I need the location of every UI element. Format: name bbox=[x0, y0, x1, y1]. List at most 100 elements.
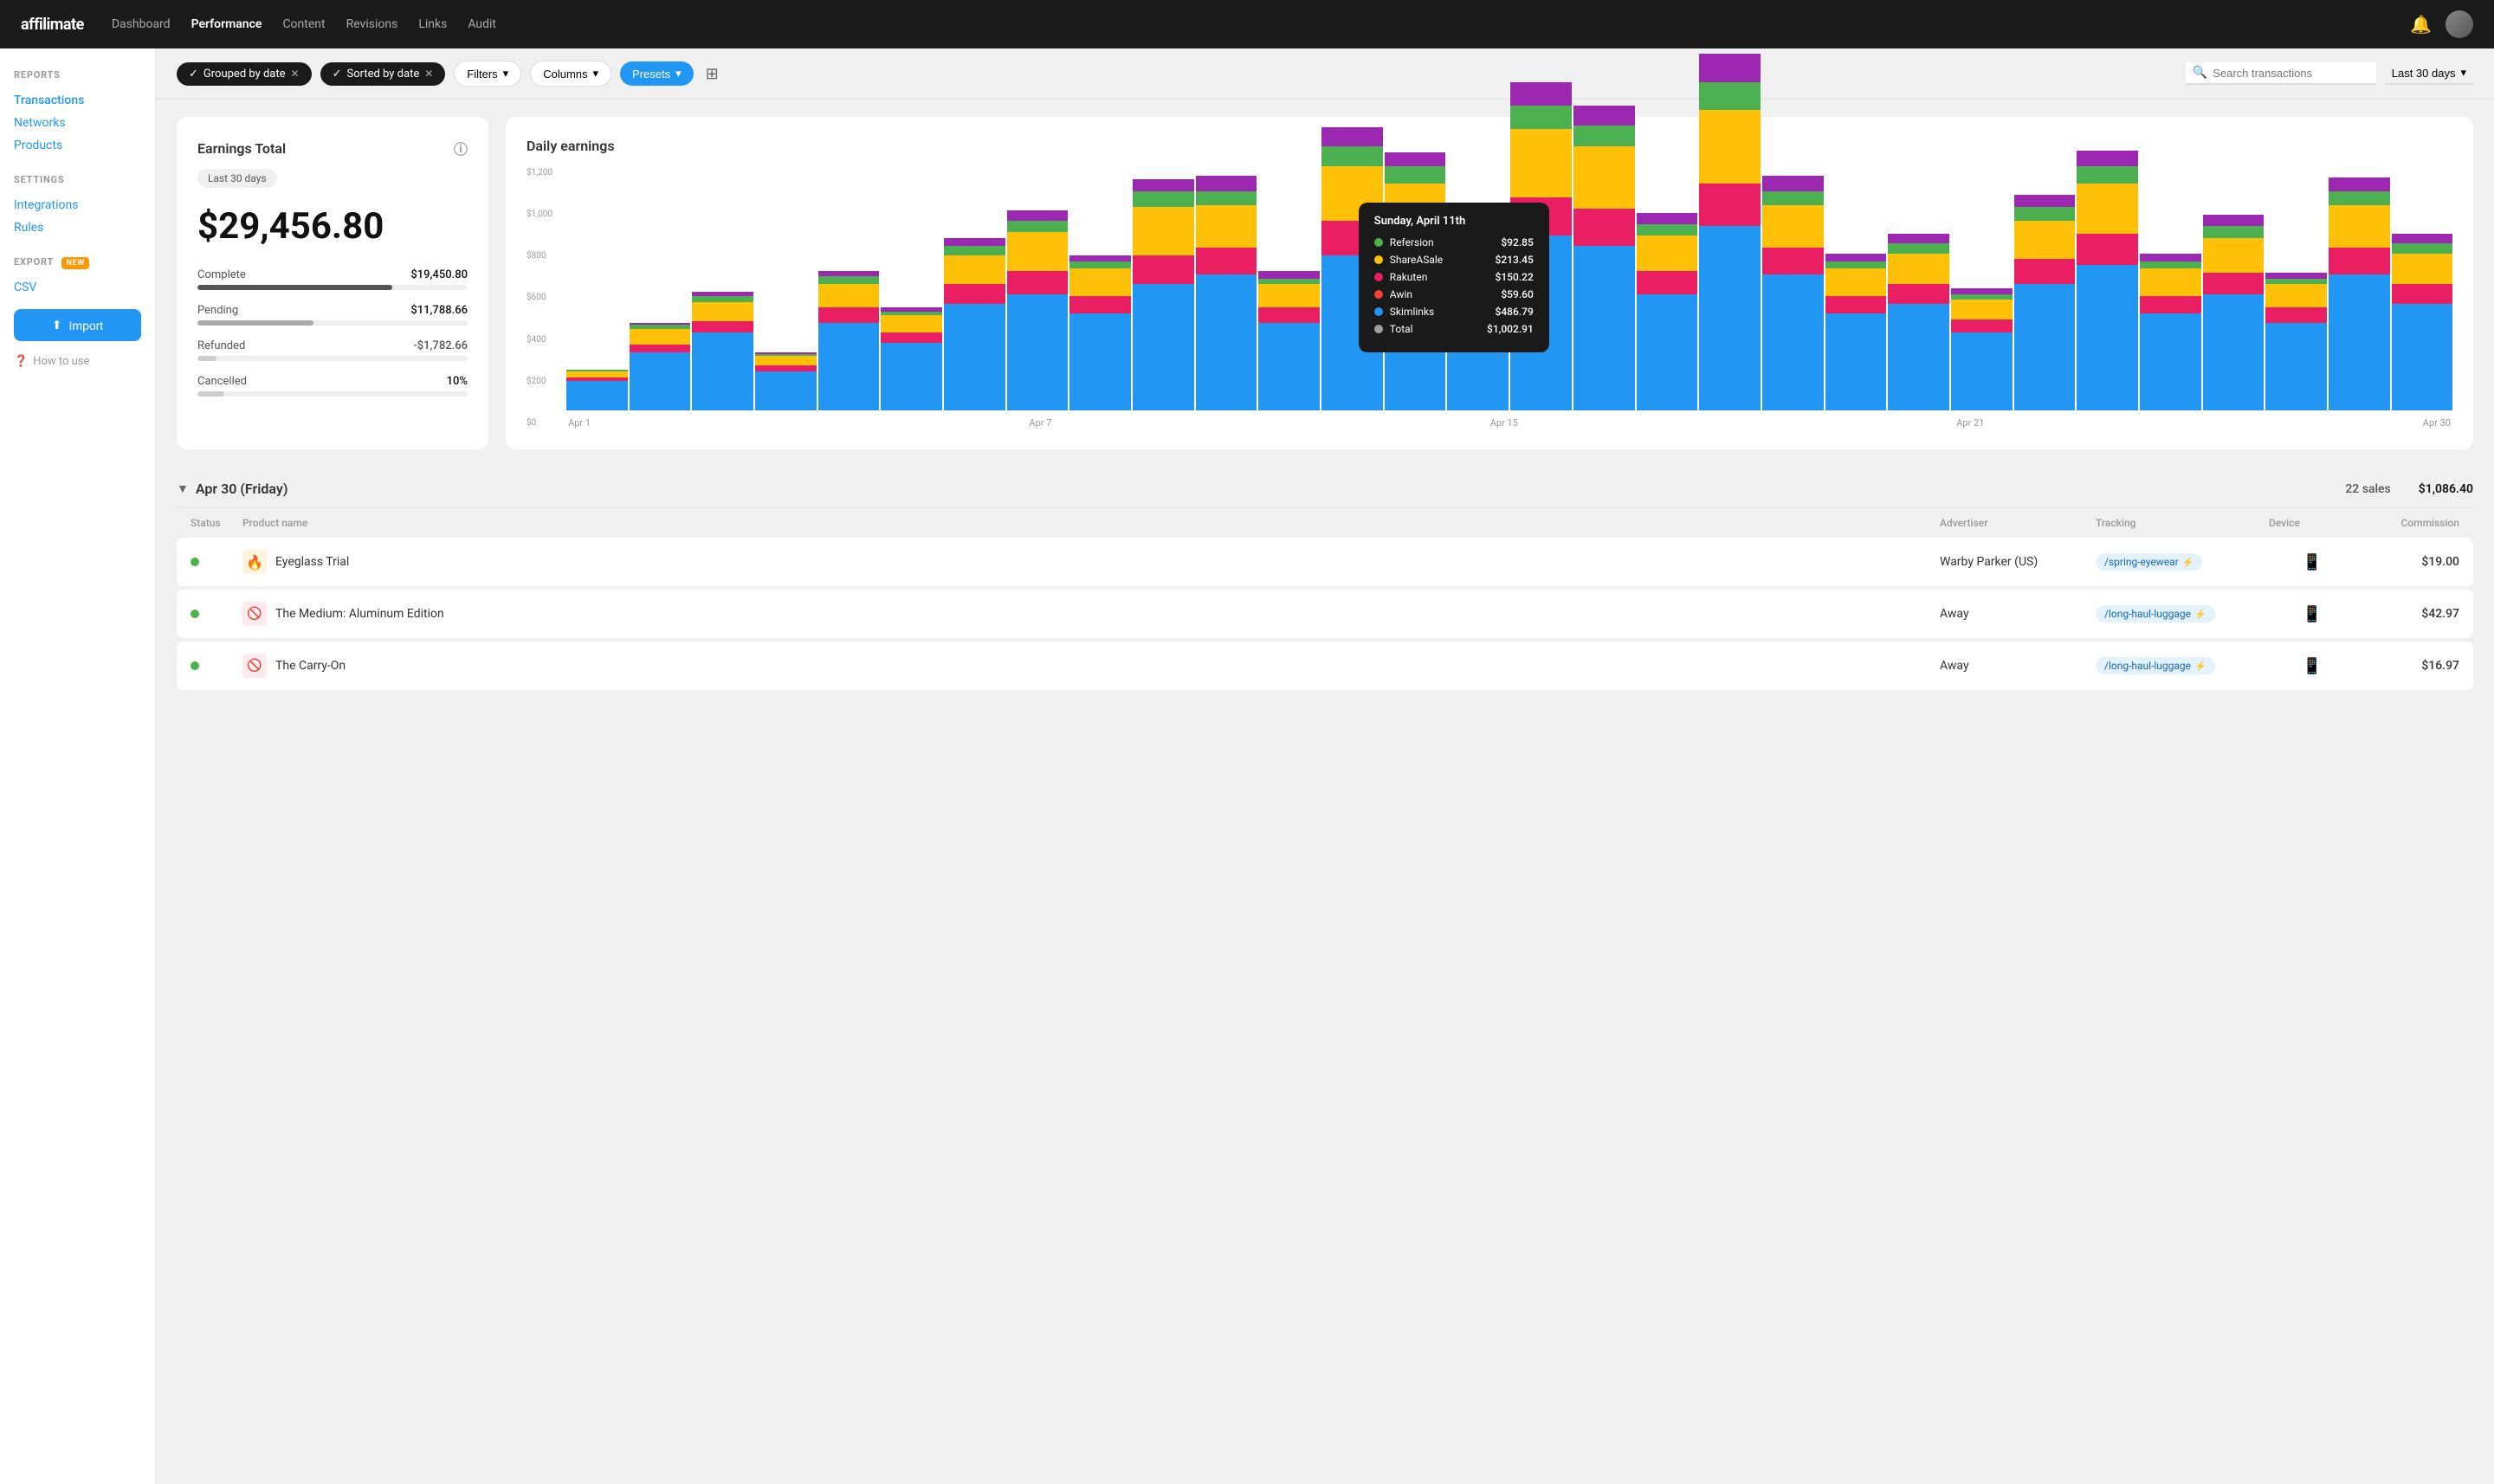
bar-segment-red bbox=[1951, 319, 2013, 333]
table-row[interactable]: 🔥 Eyeglass Trial Warby Parker (US) /spri… bbox=[177, 538, 2473, 586]
x-label-apr1: Apr 1 bbox=[568, 417, 591, 429]
bar-group[interactable] bbox=[566, 370, 628, 410]
chevron-down-icon4: ▾ bbox=[2460, 66, 2466, 80]
info-icon[interactable]: ⓘ bbox=[454, 138, 468, 158]
bar-segment-red bbox=[1258, 307, 1320, 323]
sidebar-products[interactable]: Products bbox=[14, 134, 141, 157]
bar-group[interactable] bbox=[2329, 177, 2390, 410]
new-badge: NEW bbox=[61, 257, 89, 269]
bar-segment-green bbox=[1951, 294, 2013, 300]
bar-segment-blue bbox=[2140, 313, 2201, 410]
reports-section-title: REPORTS bbox=[14, 69, 141, 81]
nav-performance[interactable]: Performance bbox=[191, 17, 262, 31]
chevron-down-icon: ▾ bbox=[503, 67, 509, 81]
adjust-icon[interactable]: ⊞ bbox=[706, 65, 719, 83]
bar-group[interactable] bbox=[1699, 54, 1761, 410]
tooltip-shareasale: ShareASale $213.45 bbox=[1374, 254, 1534, 266]
tracking-chip[interactable]: /long-haul-luggage ⚡ bbox=[2096, 657, 2215, 674]
sidebar-integrations[interactable]: Integrations bbox=[14, 194, 141, 216]
nav-links[interactable]: Links bbox=[418, 17, 447, 31]
bar-group[interactable] bbox=[1007, 210, 1069, 410]
table-row[interactable]: 🚫 The Carry-On Away /long-haul-luggage ⚡… bbox=[177, 642, 2473, 690]
filters-dropdown[interactable]: Filters ▾ bbox=[454, 61, 521, 87]
settings-section-title: SETTINGS bbox=[14, 174, 141, 185]
remove-sorted-icon[interactable]: ✕ bbox=[424, 68, 433, 80]
bar-segment-red bbox=[1573, 209, 1635, 246]
checkmark-icon: ✓ bbox=[189, 68, 198, 81]
bar-segment-blue bbox=[1888, 304, 1949, 410]
bar-group[interactable] bbox=[1196, 176, 1257, 410]
collapse-icon[interactable]: ▼ bbox=[177, 481, 189, 496]
date-range-button[interactable]: Last 30 days ▾ bbox=[2385, 62, 2473, 85]
nav-revisions[interactable]: Revisions bbox=[346, 17, 398, 31]
bar-group[interactable] bbox=[2014, 195, 2076, 410]
x-label-apr15: Apr 15 bbox=[1490, 417, 1518, 429]
bar-group[interactable] bbox=[2203, 215, 2265, 410]
bar-group[interactable] bbox=[1888, 234, 1949, 410]
status-dot bbox=[191, 558, 199, 566]
bar-group[interactable] bbox=[2265, 273, 2327, 410]
sorted-by-date-chip[interactable]: ✓ Sorted by date ✕ bbox=[320, 62, 446, 86]
bar-group[interactable] bbox=[1637, 213, 1698, 410]
bar-group[interactable] bbox=[881, 307, 942, 410]
bar-group[interactable] bbox=[1258, 271, 1320, 410]
bar-group[interactable] bbox=[1069, 255, 1131, 410]
nav-audit[interactable]: Audit bbox=[468, 17, 496, 31]
remove-grouped-icon[interactable]: ✕ bbox=[291, 68, 300, 80]
bar-group[interactable] bbox=[2140, 254, 2201, 410]
bar-segment-blue bbox=[1951, 332, 2013, 410]
sidebar-rules[interactable]: Rules bbox=[14, 216, 141, 239]
bar-segment-purple bbox=[1573, 106, 1635, 125]
bar-segment-purple bbox=[2014, 195, 2076, 206]
bar-group[interactable] bbox=[2392, 234, 2453, 410]
product-name: The Medium: Aluminum Edition bbox=[275, 607, 444, 621]
bar-segment-purple bbox=[1196, 176, 1257, 191]
bar-group[interactable] bbox=[1573, 106, 1635, 410]
bar-segment-yellow bbox=[1888, 254, 1949, 285]
search-icon: 🔍 bbox=[2193, 66, 2207, 80]
bar-group[interactable] bbox=[818, 271, 880, 410]
device-icon: 📱 bbox=[2303, 553, 2322, 571]
search-input[interactable] bbox=[2213, 67, 2351, 80]
bar-group[interactable] bbox=[630, 323, 691, 410]
bar-segment-yellow bbox=[2265, 284, 2327, 307]
user-avatar[interactable] bbox=[2446, 10, 2473, 38]
bar-group[interactable] bbox=[1133, 179, 1194, 410]
bar-group[interactable] bbox=[1951, 288, 2013, 410]
sidebar-csv[interactable]: CSV bbox=[14, 276, 141, 299]
tracking-chip[interactable]: /long-haul-luggage ⚡ bbox=[2096, 605, 2215, 623]
how-to-link[interactable]: ❓ How to use bbox=[14, 355, 141, 368]
bar-segment-red bbox=[944, 284, 1005, 303]
bar-group[interactable] bbox=[944, 238, 1005, 410]
bar-group[interactable] bbox=[755, 352, 817, 410]
tracking-chip[interactable]: /spring-eyewear ⚡ bbox=[2096, 553, 2202, 571]
columns-dropdown[interactable]: Columns ▾ bbox=[530, 61, 611, 87]
sidebar-transactions[interactable]: Transactions bbox=[14, 89, 141, 112]
import-button[interactable]: ⬆ Import bbox=[14, 309, 141, 341]
nav-dashboard[interactable]: Dashboard bbox=[112, 17, 171, 31]
bar-segment-purple bbox=[1133, 179, 1194, 190]
bar-segment-blue bbox=[818, 323, 880, 410]
export-section-title: EXPORT NEW bbox=[14, 256, 141, 268]
grouped-by-date-chip[interactable]: ✓ Grouped by date ✕ bbox=[177, 62, 312, 86]
bar-group[interactable] bbox=[1762, 176, 1824, 410]
bar-segment-purple bbox=[2140, 254, 2201, 261]
status-dot bbox=[191, 610, 199, 618]
bar-group[interactable] bbox=[2077, 151, 2138, 410]
date-group-stats: 22 sales $1,086.40 bbox=[2345, 482, 2473, 496]
bar-segment-purple bbox=[944, 238, 1005, 246]
bar-group[interactable] bbox=[1825, 254, 1887, 410]
period-badge: Last 30 days bbox=[197, 169, 277, 188]
bar-segment-purple bbox=[2203, 215, 2265, 226]
brand-logo[interactable]: affilimate bbox=[21, 16, 84, 34]
presets-dropdown[interactable]: Presets ▾ bbox=[620, 61, 694, 86]
th-advertiser: Advertiser bbox=[1940, 517, 2096, 529]
bar-group[interactable] bbox=[692, 292, 753, 410]
sidebar-networks[interactable]: Networks bbox=[14, 112, 141, 134]
bar-segment-green bbox=[818, 276, 880, 284]
table-row[interactable]: 🚫 The Medium: Aluminum Edition Away /lon… bbox=[177, 590, 2473, 638]
bar-segment-blue bbox=[1637, 294, 1698, 410]
notifications-icon[interactable]: 🔔 bbox=[2410, 14, 2432, 35]
nav-content[interactable]: Content bbox=[282, 17, 325, 31]
lightning-icon: ⚡ bbox=[2194, 609, 2206, 620]
